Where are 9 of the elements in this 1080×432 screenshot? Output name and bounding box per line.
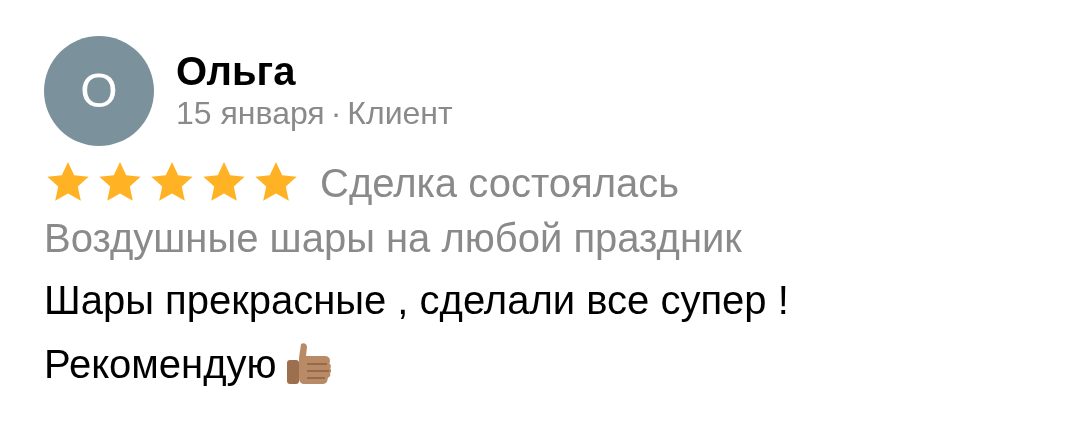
avatar: О [44,36,154,146]
review-text: Рекомендую [44,341,277,388]
review-date: 15 января [176,95,325,131]
author-name: Ольга [176,51,297,91]
deal-status: Сделка состоялась [320,160,680,206]
author-role: Клиент [347,95,453,131]
review-text: Шары прекрасные , сделали все супер ! [44,277,789,324]
separator: · [330,95,342,131]
service-title: Воздушные шары на любой праздник [44,216,743,260]
